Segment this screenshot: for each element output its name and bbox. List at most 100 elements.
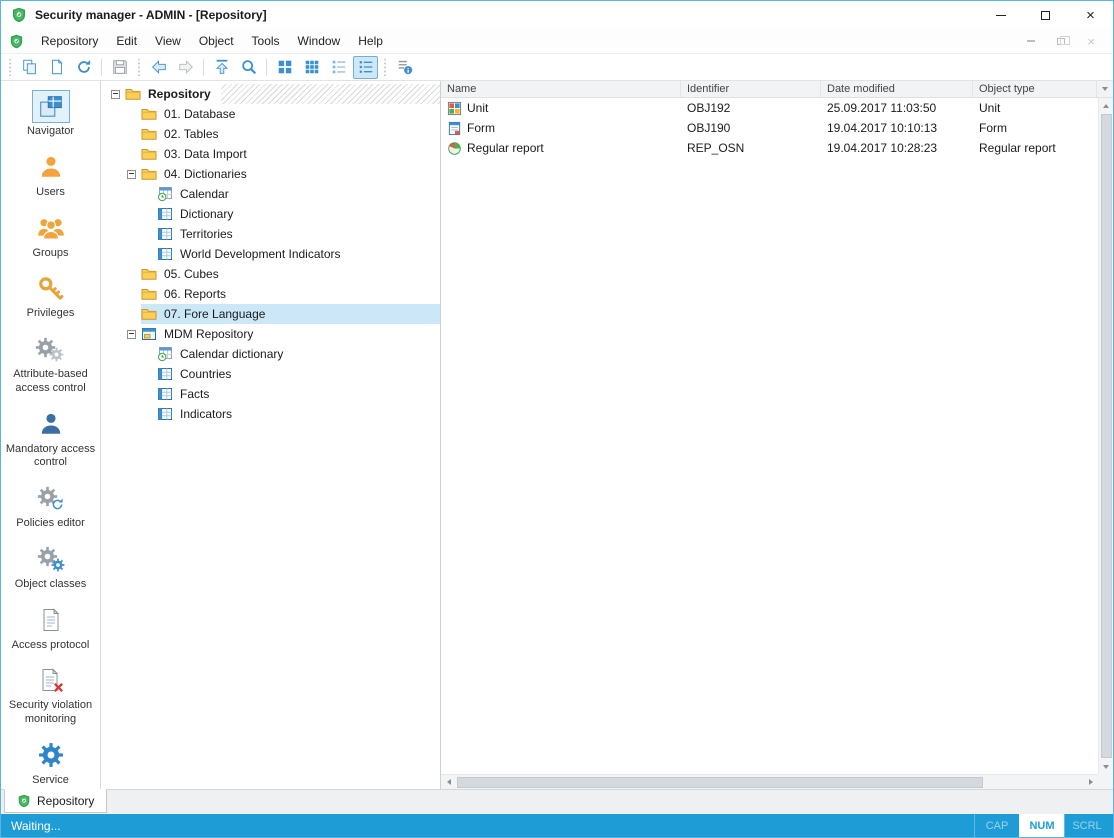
column-header-date-modified[interactable]: Date modified xyxy=(821,81,973,97)
properties-button[interactable] xyxy=(392,56,417,79)
title-bar: Security manager - ADMIN - [Repository] … xyxy=(1,1,1113,29)
search-button[interactable] xyxy=(236,56,261,79)
document-icon xyxy=(32,604,70,637)
table-row-form[interactable]: Form OBJ190 19.04.2017 10:10:13 Form xyxy=(441,118,1098,138)
copy-button[interactable] xyxy=(17,56,42,79)
tree-item-data-import[interactable]: 03. Data Import xyxy=(101,144,440,164)
column-options-button[interactable] xyxy=(1097,81,1113,97)
tree-item-reports[interactable]: 06. Reports xyxy=(101,284,440,304)
table-body: Unit OBJ192 25.09.2017 11:03:50 Unit For… xyxy=(441,98,1113,789)
sidebar-item-security-violation-monitoring[interactable]: Security violation monitoring xyxy=(1,664,100,727)
tree-item-tables[interactable]: 02. Tables xyxy=(101,124,440,144)
collapse-expander-icon[interactable] xyxy=(127,330,136,339)
cell-object-type: Regular report xyxy=(973,141,1098,155)
sidebar-item-label: Access protocol xyxy=(9,639,93,653)
collapse-expander-icon[interactable] xyxy=(127,170,136,179)
mdi-close-button[interactable]: × xyxy=(1083,34,1099,48)
table-row-unit[interactable]: Unit OBJ192 25.09.2017 11:03:50 Unit xyxy=(441,98,1098,118)
sidebar-item-label: Navigator xyxy=(24,125,77,139)
shield-icon xyxy=(17,794,31,808)
calendar-icon xyxy=(157,186,173,202)
large-icons-view-button[interactable] xyxy=(272,56,297,79)
back-button[interactable] xyxy=(146,56,171,79)
sidebar-item-navigator[interactable]: Navigator xyxy=(1,90,100,139)
vertical-scrollbar[interactable] xyxy=(1098,98,1113,774)
tree-item-calendar-dictionary[interactable]: Calendar dictionary xyxy=(101,344,440,364)
menu-tools[interactable]: Tools xyxy=(243,29,289,53)
tree-item-repository[interactable]: Repository xyxy=(101,84,440,104)
maximize-button[interactable] xyxy=(1023,1,1068,29)
refresh-button[interactable] xyxy=(71,56,96,79)
scroll-right-button[interactable] xyxy=(1083,775,1098,790)
sidebar-item-groups[interactable]: Groups xyxy=(1,212,100,261)
large-icons-icon xyxy=(276,58,294,76)
sidebar-item-label: Service xyxy=(29,774,72,788)
menu-help[interactable]: Help xyxy=(349,29,392,53)
column-header-name[interactable]: Name xyxy=(441,81,681,97)
up-one-level-button[interactable] xyxy=(209,56,234,79)
sidebar-item-users[interactable]: Users xyxy=(1,151,100,200)
list-view-button[interactable] xyxy=(326,56,351,79)
menu-repository[interactable]: Repository xyxy=(32,29,107,53)
sidebar-item-mandatory-access-control[interactable]: Mandatory access control xyxy=(1,408,100,471)
mdm-repository-icon xyxy=(141,326,157,342)
column-header-identifier[interactable]: Identifier xyxy=(681,81,821,97)
cell-identifier: REP_OSN xyxy=(681,141,821,155)
sidebar-item-privileges[interactable]: Privileges xyxy=(1,272,100,321)
save-button[interactable] xyxy=(107,56,132,79)
details-view-button[interactable] xyxy=(353,56,378,79)
arrow-right-icon xyxy=(177,58,195,76)
table-row-regular-report[interactable]: Regular report REP_OSN 19.04.2017 10:28:… xyxy=(441,138,1098,158)
tree-item-label: Dictionary xyxy=(178,206,235,222)
tree-item-label: 06. Reports xyxy=(162,286,228,302)
keyboard-indicators: CAP NUM SCRL xyxy=(974,814,1109,837)
tree-item-calendar[interactable]: Calendar xyxy=(101,184,440,204)
triangle-left-icon xyxy=(447,779,451,785)
tree-item-world-development-indicators[interactable]: World Development Indicators xyxy=(101,244,440,264)
close-button[interactable]: × xyxy=(1068,1,1113,29)
toolbar-grip[interactable] xyxy=(8,59,12,76)
tree-item-territories[interactable]: Territories xyxy=(101,224,440,244)
scroll-up-button[interactable] xyxy=(1099,98,1114,113)
mdi-restore-button[interactable] xyxy=(1053,34,1069,48)
close-icon: × xyxy=(1087,35,1095,48)
scroll-down-button[interactable] xyxy=(1099,759,1114,774)
paste-button[interactable] xyxy=(44,56,69,79)
triangle-down-icon xyxy=(1103,765,1109,769)
scroll-left-button[interactable] xyxy=(441,775,456,790)
sidebar-item-access-protocol[interactable]: Access protocol xyxy=(1,604,100,653)
sidebar-item-attribute-based-access-control[interactable]: Attribute-based access control xyxy=(1,333,100,396)
scrollbar-thumb[interactable] xyxy=(457,777,983,788)
page-icon xyxy=(48,58,66,76)
menu-view[interactable]: View xyxy=(146,29,190,53)
horizontal-scrollbar[interactable] xyxy=(441,774,1098,789)
tree-item-countries[interactable]: Countries xyxy=(101,364,440,384)
menu-object[interactable]: Object xyxy=(190,29,243,53)
sidebar-item-service[interactable]: Service xyxy=(1,739,100,788)
sidebar-item-object-classes[interactable]: Object classes xyxy=(1,543,100,592)
tab-bar: Repository xyxy=(1,789,1113,814)
tree-item-fore-language[interactable]: 07. Fore Language xyxy=(101,304,440,324)
person-icon xyxy=(32,408,70,441)
column-header-object-type[interactable]: Object type xyxy=(973,81,1097,97)
tree-item-mdm-repository[interactable]: MDM Repository xyxy=(101,324,440,344)
menu-edit[interactable]: Edit xyxy=(107,29,146,53)
tree-item-dictionary[interactable]: Dictionary xyxy=(101,204,440,224)
tab-repository[interactable]: Repository xyxy=(4,789,107,813)
folder-icon xyxy=(141,286,157,302)
tree-item-dictionaries[interactable]: 04. Dictionaries xyxy=(101,164,440,184)
menu-window[interactable]: Window xyxy=(289,29,350,53)
toolbar-grip[interactable] xyxy=(383,59,387,76)
sidebar-item-policies-editor[interactable]: Policies editor xyxy=(1,482,100,531)
tree-item-database[interactable]: 01. Database xyxy=(101,104,440,124)
tree-item-facts[interactable]: Facts xyxy=(101,384,440,404)
forward-button[interactable] xyxy=(173,56,198,79)
minimize-button[interactable] xyxy=(978,1,1023,29)
tree-item-indicators[interactable]: Indicators xyxy=(101,404,440,424)
scrollbar-thumb[interactable] xyxy=(1101,114,1112,758)
collapse-expander-icon[interactable] xyxy=(111,90,120,99)
mdi-minimize-button[interactable] xyxy=(1023,34,1039,48)
tree-item-cubes[interactable]: 05. Cubes xyxy=(101,264,440,284)
small-icons-view-button[interactable] xyxy=(299,56,324,79)
toolbar-grip[interactable] xyxy=(137,59,141,76)
